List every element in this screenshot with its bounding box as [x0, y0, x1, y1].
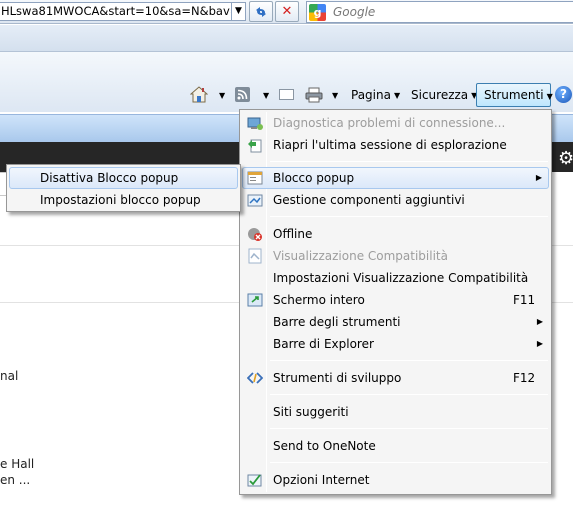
menu-separator: [270, 161, 548, 162]
menu-item-label: Blocco popup: [273, 171, 355, 185]
page-text: nal: [0, 369, 19, 383]
fullscreen-icon: [247, 293, 263, 307]
menu-item-send-to-onenote[interactable]: Send to OneNote: [242, 435, 549, 457]
menu-item-label: Send to OneNote: [273, 439, 376, 453]
refresh-button[interactable]: [249, 1, 273, 22]
menu-item-label: Visualizzazione Compatibilità: [273, 249, 448, 263]
print-dropdown[interactable]: ▼: [329, 84, 338, 106]
popup-blocker-icon: [247, 171, 263, 185]
chevron-down-icon: ▼: [546, 92, 553, 101]
menu-item-label: Offline: [273, 227, 313, 241]
help-icon[interactable]: ?: [555, 86, 572, 103]
menu-item-label: Schermo intero: [273, 293, 365, 307]
offline-icon: [248, 228, 262, 241]
submenu-arrow-icon: ▶: [535, 173, 542, 182]
menu-item-label: Strumenti di sviluppo: [273, 371, 402, 385]
developer-tools-icon: [247, 372, 263, 384]
chevron-down-icon: ▼: [332, 91, 339, 100]
menu-separator: [270, 360, 548, 361]
strumenti-label: Strumenti: [484, 88, 544, 102]
url-dropdown-button[interactable]: ▼: [232, 2, 246, 21]
chevron-down-icon: ▼: [263, 91, 270, 100]
close-icon: ✕: [281, 4, 293, 19]
menu-item-diagnostica: Diagnostica problemi di connessione...: [242, 112, 549, 134]
menu-separator: [270, 428, 548, 429]
menu-item-schermo-intero[interactable]: Schermo intero F11: [242, 289, 549, 311]
menu-item-shortcut: F12: [513, 371, 536, 385]
chevron-down-icon: ▼: [393, 91, 401, 100]
mail-icon[interactable]: [279, 89, 294, 100]
menu-separator: [270, 462, 548, 463]
page-text[interactable]: en ...: [0, 473, 30, 487]
refresh-icon: [256, 7, 266, 17]
stop-button[interactable]: ✕: [275, 1, 299, 22]
feed-dropdown[interactable]: ▼: [260, 84, 269, 106]
network-diagnostics-icon: [247, 117, 263, 130]
internet-options-icon: [247, 474, 262, 487]
menu-item-label: Siti suggeriti: [273, 405, 349, 419]
url-field[interactable]: HLswa81MWOCA&start=10&sa=N&bav=or: [0, 2, 232, 21]
home-icon[interactable]: [189, 86, 209, 103]
menu-item-gestione-componenti[interactable]: Gestione componenti aggiuntivi: [242, 189, 549, 211]
menu-item-siti-suggeriti[interactable]: Siti suggeriti: [242, 401, 549, 423]
submenu-arrow-icon: ▶: [536, 317, 543, 326]
chevron-down-icon: ▼: [235, 6, 242, 16]
chevron-down-icon: ▼: [219, 91, 226, 100]
reopen-session-icon: [248, 139, 262, 153]
strumenti-menu: Diagnostica problemi di connessione... R…: [239, 109, 552, 495]
tab-bar: [0, 25, 573, 52]
pagina-label: Pagina: [351, 88, 391, 102]
menu-item-label: Riapri l'ultima sessione di esplorazione: [273, 138, 507, 152]
strumenti-menu-button[interactable]: Strumenti ▼: [476, 83, 553, 107]
menu-item-offline[interactable]: Offline: [242, 223, 549, 245]
page-text[interactable]: e Hall: [0, 457, 34, 471]
google-logo-icon: g: [309, 4, 326, 21]
menu-item-riapri-sessione[interactable]: Riapri l'ultima sessione di esplorazione: [242, 134, 549, 156]
menu-separator: [270, 216, 548, 217]
menu-item-label: Opzioni Internet: [273, 473, 370, 487]
menu-item-strumenti-sviluppo[interactable]: Strumenti di sviluppo F12: [242, 367, 549, 389]
menu-item-visualizzazione-compatibilita: Visualizzazione Compatibilità: [242, 245, 549, 267]
menu-item-label: Diagnostica problemi di connessione...: [273, 116, 506, 130]
print-icon[interactable]: [305, 87, 323, 103]
submenu-item-impostazioni-blocco[interactable]: Impostazioni blocco popup: [9, 189, 238, 211]
menu-item-shortcut: F11: [513, 293, 536, 307]
menu-item-barre-explorer[interactable]: Barre di Explorer ▶: [242, 333, 549, 355]
menu-item-blocco-popup[interactable]: Blocco popup ▶: [242, 167, 549, 189]
compatibility-view-icon: [248, 248, 262, 264]
menu-item-label: Gestione componenti aggiuntivi: [273, 193, 465, 207]
submenu-arrow-icon: ▶: [536, 339, 543, 348]
search-input[interactable]: g Google: [306, 1, 573, 23]
gear-icon[interactable]: ⚙: [558, 148, 573, 169]
address-bar: HLswa81MWOCA&start=10&sa=N&bav=or ▼ ✕ g …: [0, 0, 573, 24]
menu-item-label: Barre di Explorer: [273, 337, 374, 351]
addons-icon: [247, 194, 263, 207]
menu-item-opzioni-internet[interactable]: Opzioni Internet: [242, 469, 549, 491]
menu-separator: [270, 394, 548, 395]
pagina-menu-button[interactable]: Pagina ▼: [351, 84, 400, 106]
sicurezza-menu-button[interactable]: Sicurezza ▼: [411, 84, 477, 106]
submenu-item-disattiva-blocco[interactable]: Disattiva Blocco popup: [9, 167, 238, 189]
blocco-popup-submenu: Disattiva Blocco popup Impostazioni bloc…: [6, 164, 241, 212]
menu-item-label: Impostazioni Visualizzazione Compatibili…: [273, 271, 529, 285]
feed-icon[interactable]: [235, 87, 250, 102]
menu-item-impostazioni-compatibilita[interactable]: Impostazioni Visualizzazione Compatibili…: [242, 267, 549, 289]
menu-item-barre-strumenti[interactable]: Barre degli strumenti ▶: [242, 311, 549, 333]
menu-item-label: Barre degli strumenti: [273, 315, 401, 329]
search-placeholder: Google: [333, 5, 376, 19]
sicurezza-label: Sicurezza: [411, 88, 469, 102]
home-dropdown[interactable]: ▼: [216, 84, 225, 106]
